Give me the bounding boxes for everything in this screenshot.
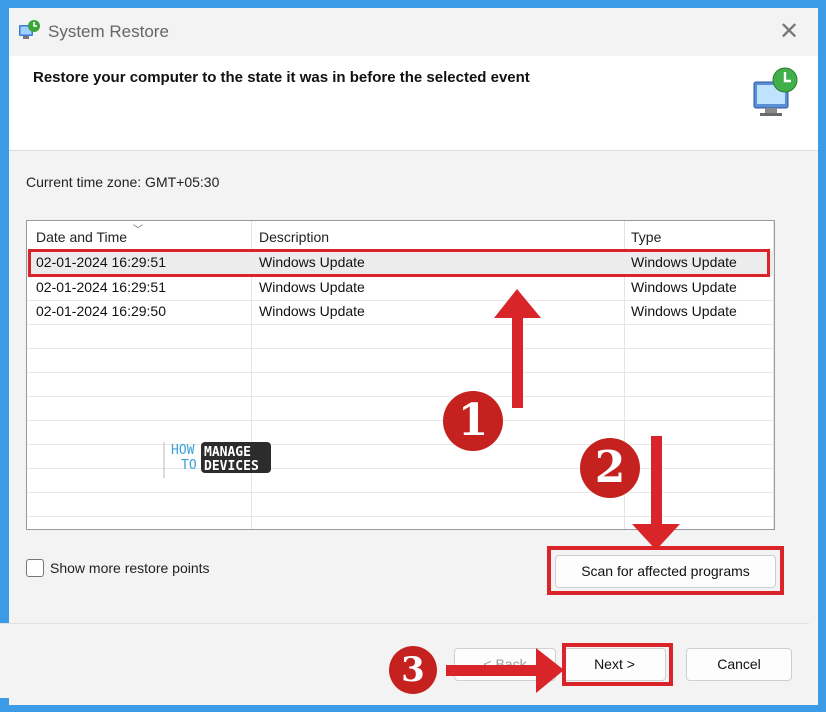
cell-type: Windows Update [631,303,737,319]
system-restore-icon [19,20,40,39]
step-1-badge: 1 [443,391,503,451]
timezone-label: Current time zone: GMT+05:30 [26,174,220,190]
cell-date: 02-01-2024 16:29:50 [36,303,166,319]
empty-row [27,324,774,349]
empty-row [27,468,774,493]
logo-how: HOW [171,443,195,458]
window-title: System Restore [48,22,169,41]
close-icon: ✕ [778,17,800,45]
empty-row [27,348,774,373]
howtomanagedevices-logo: HOW TO MANAGE DEVICES [163,442,271,478]
restore-computer-icon [753,67,798,116]
title-bar: System Restore ✕ [9,8,818,56]
cell-description: Windows Update [259,303,365,319]
cell-description: Windows Update [259,279,365,295]
empty-row [27,492,774,517]
logo-manage: MANAGE [204,445,251,460]
table-row[interactable]: 02-01-2024 16:29:50 Windows Update Windo… [27,300,774,325]
column-header-type[interactable]: Type [631,229,661,245]
empty-row [27,396,774,421]
sort-descending-icon: ﹀ [133,225,143,236]
show-more-restore-points-label[interactable]: Show more restore points [50,560,210,576]
step-2-badge: 2 [580,438,640,498]
show-more-restore-points-checkbox[interactable] [26,559,44,577]
column-header-date[interactable]: Date and Time [36,229,127,245]
cancel-button[interactable]: Cancel [686,648,792,681]
next-button-highlight [562,643,673,686]
wizard-header: Restore your computer to the state it wa… [9,56,818,151]
cell-type: Windows Update [631,279,737,295]
cell-date: 02-01-2024 16:29:51 [36,279,166,295]
empty-row [27,420,774,445]
column-header-description[interactable]: Description [259,229,329,245]
logo-to: TO [181,458,197,473]
selected-row-highlight [28,249,770,277]
page-heading: Restore your computer to the state it wa… [33,69,530,86]
table-row[interactable]: 02-01-2024 16:29:51 Windows Update Windo… [27,276,774,301]
empty-row [27,444,774,469]
back-button[interactable]: < Back [454,648,556,681]
step-3-badge: 3 [389,646,437,694]
logo-devices: DEVICES [204,459,259,474]
scan-button-highlight [547,546,784,595]
empty-row [27,372,774,397]
close-button[interactable]: ✕ [771,14,807,50]
